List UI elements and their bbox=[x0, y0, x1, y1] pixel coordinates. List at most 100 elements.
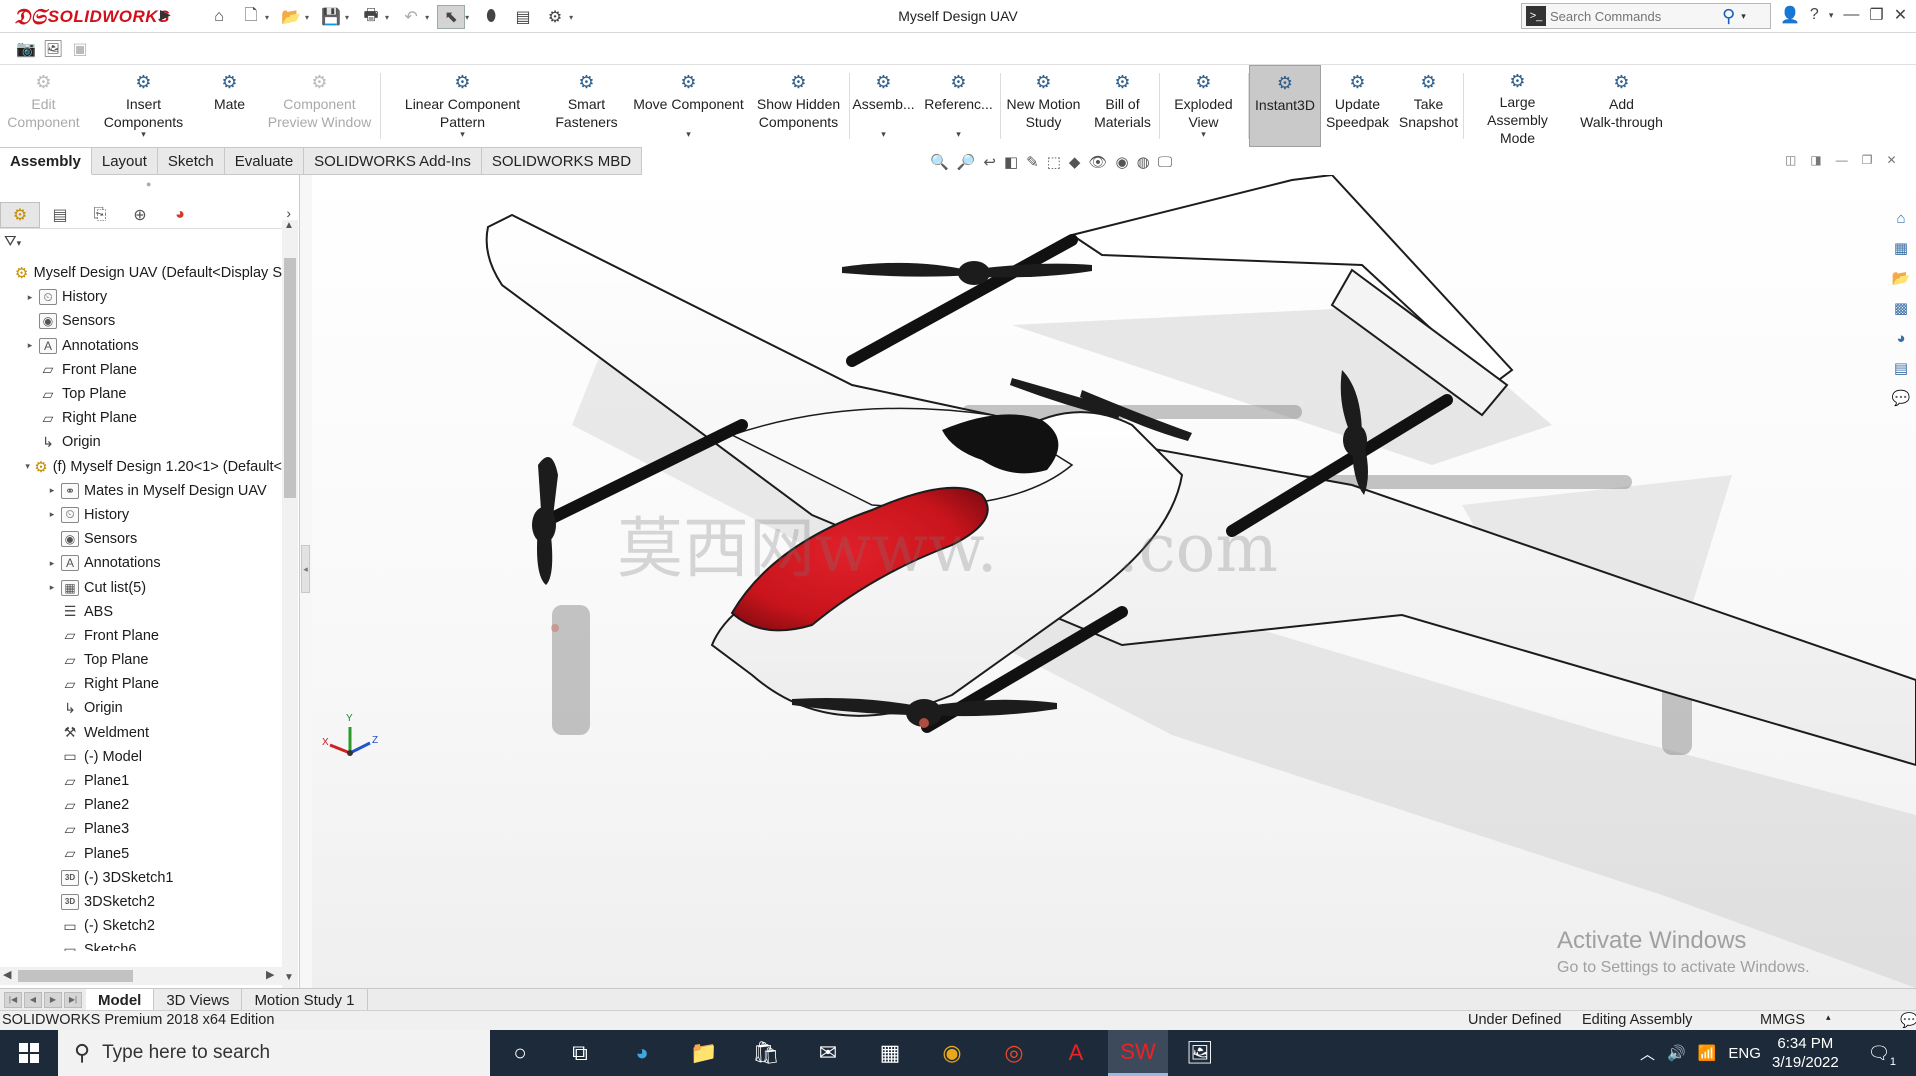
home-icon[interactable]: ⌂ bbox=[205, 5, 233, 29]
chevron-down-icon[interactable]: ▾ bbox=[956, 125, 961, 143]
prev-tab-icon[interactable]: ◀ bbox=[24, 991, 42, 1008]
tree-item[interactable]: ▱ Plane3 bbox=[0, 817, 282, 841]
cmd-assembly-features[interactable]: ⚙ Assemb... ▾ bbox=[850, 65, 918, 147]
restore-icon[interactable]: ❐ bbox=[1869, 5, 1883, 25]
forum-icon[interactable]: 💬 bbox=[1889, 385, 1913, 411]
zoom-to-area-icon[interactable]: 🔎 bbox=[957, 153, 976, 171]
units-caret-icon[interactable]: ▴ bbox=[1826, 1012, 1831, 1023]
tab-assembly[interactable]: Assembly bbox=[0, 147, 92, 175]
dimxpert-manager-tab-icon[interactable]: ⊕ bbox=[120, 202, 160, 228]
viewport-minimize-icon[interactable]: — bbox=[1836, 153, 1848, 167]
tree-item[interactable]: ▭ Sketch6 bbox=[0, 938, 282, 951]
cmd-mate[interactable]: ⚙ Mate bbox=[200, 65, 260, 147]
hide-show-items-icon[interactable]: 👁 bbox=[1088, 153, 1107, 171]
file-explorer-taskbar-icon[interactable]: 📁 bbox=[674, 1030, 734, 1076]
open-folder-icon[interactable]: 📂 bbox=[277, 5, 305, 29]
chevron-down-icon[interactable]: ▾ bbox=[686, 125, 691, 143]
search-commands-box[interactable]: >_ ⚲ ▾ bbox=[1521, 3, 1771, 29]
scroll-right-icon[interactable]: ▶ bbox=[266, 968, 274, 981]
undo-icon[interactable]: ↶ bbox=[397, 5, 425, 29]
tree-item[interactable]: ▱ Front Plane bbox=[0, 358, 282, 382]
expand-toggle-icon[interactable]: ▸ bbox=[46, 509, 58, 520]
notification-center-icon[interactable]: 🗨 1 bbox=[1864, 1040, 1896, 1069]
zoom-to-fit-icon[interactable]: 🔍 bbox=[930, 153, 949, 171]
cmd-walkthrough[interactable]: ⚙ Add Walk-through bbox=[1572, 65, 1672, 147]
tree-item[interactable]: ▱ Plane5 bbox=[0, 842, 282, 866]
close-icon[interactable]: ✕ bbox=[1894, 5, 1907, 25]
tree-item[interactable]: ▭ (-) Model bbox=[0, 745, 282, 769]
tree-item[interactable]: ▸ A Annotations bbox=[0, 551, 282, 575]
search-commands-input[interactable] bbox=[1550, 8, 1720, 24]
wifi-icon[interactable]: 📶 bbox=[1698, 1044, 1717, 1062]
apply-scene-icon[interactable]: ◍ bbox=[1137, 153, 1150, 171]
tree-item[interactable]: ▭ (-) Sketch2 bbox=[0, 914, 282, 938]
cmd-preview-window[interactable]: ⚙ Component Preview Window bbox=[260, 65, 380, 147]
cmd-exploded-view[interactable]: ⚙ Exploded View ▾ bbox=[1160, 65, 1248, 147]
cmd-move-component[interactable]: ⚙ Move Component ▾ bbox=[629, 65, 749, 147]
menu-expand-arrow-icon[interactable]: ▶ bbox=[160, 6, 172, 26]
tab-evaluate[interactable]: Evaluate bbox=[224, 147, 305, 175]
tab-layout[interactable]: Layout bbox=[91, 147, 158, 175]
tree-item[interactable]: ↳ Origin bbox=[0, 430, 282, 454]
expand-toggle-icon[interactable]: ▸ bbox=[24, 292, 36, 303]
viewport-restore-icon[interactable]: ❐ bbox=[1862, 153, 1873, 167]
appearances-icon[interactable]: ◕ bbox=[1889, 325, 1913, 351]
windows-start-icon[interactable] bbox=[0, 1030, 58, 1076]
tree-item[interactable]: ▱ Plane1 bbox=[0, 769, 282, 793]
chrome-icon[interactable]: ◉ bbox=[922, 1030, 982, 1076]
configuration-manager-tab-icon[interactable]: ⎘ bbox=[80, 202, 120, 228]
expand-toggle-icon[interactable]: ▸ bbox=[24, 340, 36, 351]
task-view-icon[interactable]: ⧉ bbox=[550, 1030, 610, 1076]
view-orientation-icon[interactable]: ⬚ bbox=[1047, 153, 1061, 171]
design-library-icon[interactable]: ▦ bbox=[1889, 235, 1913, 261]
view-palette-icon[interactable]: ▩ bbox=[1889, 295, 1913, 321]
solidworks-resources-icon[interactable]: ⌂ bbox=[1889, 205, 1913, 231]
tree-item[interactable]: ◉ Sensors bbox=[0, 527, 282, 551]
tab-solidworks-add-ins[interactable]: SOLIDWORKS Add-Ins bbox=[304, 147, 482, 175]
mail-icon[interactable]: ✉ bbox=[798, 1030, 858, 1076]
last-tab-icon[interactable]: ▶| bbox=[64, 991, 82, 1008]
volume-icon[interactable]: 🔊 bbox=[1667, 1044, 1686, 1062]
calculator-icon[interactable]: ▦ bbox=[860, 1030, 920, 1076]
tree-item[interactable]: ▱ Right Plane bbox=[0, 672, 282, 696]
cmd-snapshot[interactable]: ⚙ Take Snapshot bbox=[1395, 65, 1463, 147]
rebuild-tooltip-icon[interactable]: 💬 bbox=[1900, 1012, 1916, 1029]
dynamic-annotation-icon[interactable]: ✎ bbox=[1026, 153, 1039, 171]
tree-item[interactable]: ↳ Origin bbox=[0, 696, 282, 720]
tree-item[interactable]: ▸ A Annotations bbox=[0, 334, 282, 358]
panel-splitter[interactable]: ◂ bbox=[300, 175, 312, 988]
scroll-thumb[interactable] bbox=[284, 258, 296, 498]
feature-manager-tab-icon[interactable]: ⚙ bbox=[0, 201, 40, 228]
file-properties-icon[interactable]: ▤ bbox=[509, 5, 537, 29]
tree-item[interactable]: ☰ ABS bbox=[0, 600, 282, 624]
file-explorer-icon[interactable]: 📂 bbox=[1889, 265, 1913, 291]
cmd-reference-geometry[interactable]: ⚙ Referenc... ▾ bbox=[918, 65, 1000, 147]
taskbar-search-box[interactable]: ⚲ Type here to search bbox=[58, 1030, 490, 1076]
expand-toggle-icon[interactable]: ▾ bbox=[24, 461, 31, 472]
previous-view-icon[interactable]: ↩ bbox=[983, 153, 996, 171]
display-style-icon[interactable]: ◆ bbox=[1069, 153, 1081, 171]
cmd-show-hidden[interactable]: ⚙ Show Hidden Components bbox=[749, 65, 849, 147]
cmd-smart-fasteners[interactable]: ⚙ Smart Fasteners bbox=[545, 65, 629, 147]
show-hidden-icons-icon[interactable]: ︿ bbox=[1640, 1043, 1655, 1064]
cmd-edit-component[interactable]: ⚙ Edit Component bbox=[0, 65, 88, 147]
options-gear-icon[interactable]: ⚙ bbox=[541, 5, 569, 29]
scroll-left-icon[interactable]: ◀ bbox=[3, 968, 11, 981]
viewport-close-icon[interactable]: ✕ bbox=[1886, 153, 1896, 167]
cmd-motion-study[interactable]: ⚙ New Motion Study bbox=[1001, 65, 1087, 147]
cmd-speedpak[interactable]: ⚙ Update Speedpak bbox=[1321, 65, 1395, 147]
bottom-tab-model[interactable]: Model bbox=[86, 989, 155, 1011]
tree-item[interactable]: ▱ Front Plane bbox=[0, 624, 282, 648]
chevron-down-icon[interactable]: ▾ bbox=[881, 125, 886, 143]
tree-item[interactable]: 3D (-) 3DSketch1 bbox=[0, 866, 282, 890]
tree-horizontal-scrollbar[interactable]: ◀ ▶ bbox=[0, 967, 282, 985]
tree-item[interactable]: ◉ Sensors bbox=[0, 309, 282, 333]
expand-toggle-icon[interactable]: ▸ bbox=[46, 485, 58, 496]
save-icon[interactable]: 💾 bbox=[317, 5, 345, 29]
expand-toggle-icon[interactable]: ▸ bbox=[46, 558, 58, 569]
cortana-icon[interactable]: ○ bbox=[490, 1030, 550, 1076]
record-video-icon[interactable]: ▣ bbox=[70, 39, 90, 59]
unit-system-selector[interactable]: MMGS bbox=[1760, 1012, 1805, 1028]
collapse-panel-icon[interactable]: ◂ bbox=[301, 545, 310, 593]
cmd-pattern[interactable]: ⚙ Linear Component Pattern ▾ bbox=[381, 65, 545, 147]
